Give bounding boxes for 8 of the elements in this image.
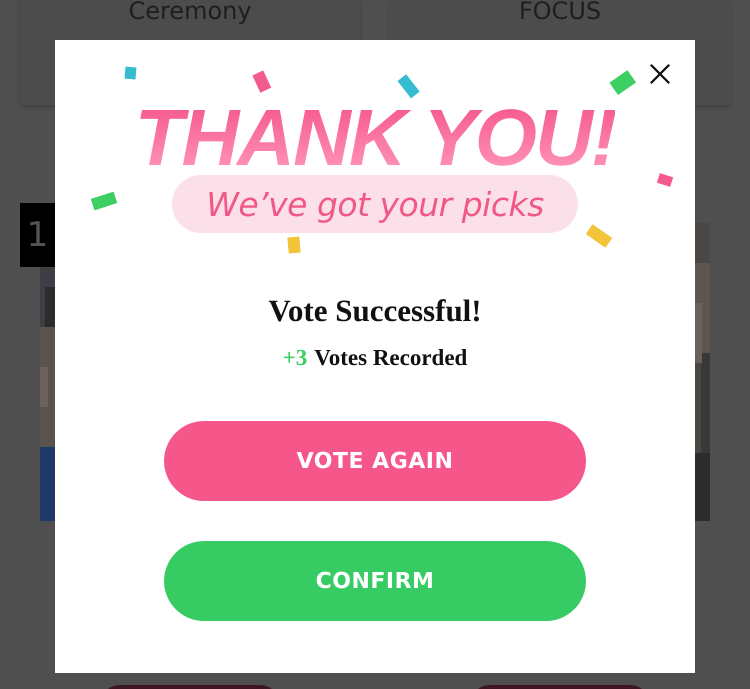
subheadline: We’ve got your picks [206,184,544,224]
confirm-button[interactable]: CONFIRM [164,541,586,621]
dialog-title: Vote Successful! [268,293,482,329]
votes-label: Votes Recorded [314,345,468,371]
close-icon[interactable] [649,63,671,85]
vote-count: +3 [282,345,308,371]
rank-badge: 1 [20,203,55,267]
vote-again-button[interactable]: VOTE AGAIN [164,421,586,501]
